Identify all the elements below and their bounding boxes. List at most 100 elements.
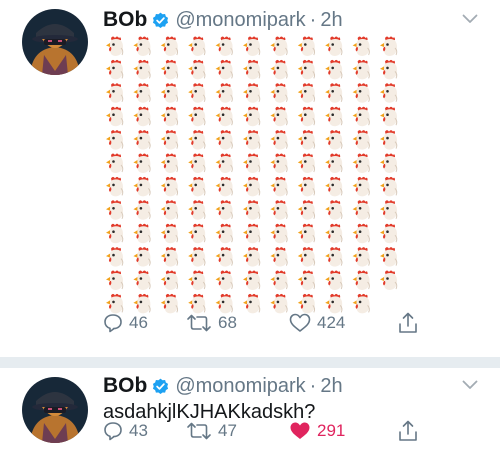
chicken-emoji [105, 82, 124, 104]
chicken-emoji [105, 246, 124, 268]
chicken-emoji [132, 270, 151, 291]
chicken-emoji-grid [105, 36, 398, 314]
chicken-emoji [324, 176, 343, 197]
retweet-icon [187, 422, 211, 440]
share-button[interactable] [398, 420, 424, 442]
tweet-timestamp[interactable]: 2h [320, 375, 342, 398]
chicken-emoji [379, 176, 398, 197]
chicken-emoji [379, 36, 398, 57]
chicken-emoji [242, 270, 261, 291]
chicken-emoji [160, 293, 179, 314]
chicken-emoji [215, 82, 234, 104]
author-handle[interactable]: @monomipark [175, 375, 305, 398]
like-button[interactable]: 424 [289, 312, 345, 334]
chicken-emoji [132, 199, 151, 221]
chicken-emoji [297, 129, 316, 151]
author-handle[interactable]: @monomipark [175, 9, 305, 32]
chicken-emoji [269, 59, 288, 80]
chicken-emoji [187, 59, 206, 80]
chicken-emoji [187, 293, 206, 314]
chicken-emoji [160, 106, 179, 127]
chicken-emoji [160, 199, 179, 221]
tweet[interactable]: BOb @monomipark · 2h asdahkjlKJHAKkadskh… [0, 368, 500, 463]
retweet-button[interactable]: 47 [186, 420, 237, 442]
chicken-emoji [324, 246, 343, 268]
chicken-emoji [352, 59, 371, 80]
chicken-emoji [324, 106, 343, 127]
like-count: 291 [317, 421, 346, 440]
chicken-emoji [187, 270, 206, 291]
separator-dot: · [309, 8, 317, 31]
chicken-emoji [324, 82, 343, 104]
chicken-emoji [379, 246, 398, 268]
chicken-emoji [324, 153, 343, 174]
reply-button[interactable]: 43 [103, 420, 148, 442]
chicken-emoji [160, 223, 179, 244]
chevron-down-icon[interactable] [462, 380, 478, 390]
tweet[interactable]: BOb @monomipark · 2h 46 68 424 [0, 0, 500, 357]
chicken-emoji [242, 59, 261, 80]
chicken-emoji [269, 176, 288, 197]
retweet-count: 47 [218, 421, 237, 440]
chevron-down-icon[interactable] [462, 14, 478, 24]
chicken-emoji [269, 223, 288, 244]
chicken-emoji [379, 129, 398, 151]
chicken-emoji [215, 153, 234, 174]
chicken-emoji [297, 153, 316, 174]
chicken-emoji [297, 176, 316, 197]
chicken-emoji [160, 270, 179, 291]
chicken-emoji [379, 270, 398, 291]
reply-icon [104, 422, 122, 441]
chicken-emoji [297, 293, 316, 314]
chicken-emoji [132, 129, 151, 151]
chicken-emoji [187, 36, 206, 57]
retweet-icon [187, 314, 211, 332]
chicken-emoji [132, 293, 151, 314]
chicken-emoji [324, 293, 343, 314]
chicken-emoji [187, 223, 206, 244]
chicken-emoji [297, 36, 316, 57]
chicken-emoji [132, 176, 151, 197]
chicken-emoji [160, 59, 179, 80]
chicken-emoji [269, 36, 288, 57]
chicken-emoji [324, 59, 343, 80]
reply-button[interactable]: 46 [103, 312, 148, 334]
chicken-emoji [187, 199, 206, 221]
avatar[interactable] [22, 9, 88, 75]
chicken-emoji [242, 223, 261, 244]
chicken-emoji [352, 223, 371, 244]
chicken-emoji [352, 129, 371, 151]
hooded-figure-avatar-icon [22, 9, 88, 75]
avatar[interactable] [22, 377, 88, 443]
heart-icon [289, 313, 311, 332]
chicken-emoji [215, 223, 234, 244]
chicken-emoji [215, 176, 234, 197]
chicken-emoji [352, 106, 371, 127]
chicken-emoji [105, 36, 124, 57]
chicken-emoji [160, 176, 179, 197]
tweet-timestamp[interactable]: 2h [320, 9, 342, 32]
chicken-emoji [324, 270, 343, 291]
author-name[interactable]: BOb [103, 8, 147, 32]
separator-dot: · [309, 374, 317, 397]
reply-count: 43 [129, 421, 148, 440]
author-name[interactable]: BOb [103, 374, 147, 398]
chicken-emoji [269, 106, 288, 127]
chicken-emoji [187, 82, 206, 104]
share-button[interactable] [398, 312, 424, 334]
chicken-emoji [242, 246, 261, 268]
chicken-emoji [297, 270, 316, 291]
like-button[interactable]: 291 [289, 420, 345, 442]
chicken-emoji [242, 199, 261, 221]
chicken-emoji [269, 293, 288, 314]
chicken-emoji [352, 199, 371, 221]
retweet-button[interactable]: 68 [186, 312, 237, 334]
chicken-emoji [269, 270, 288, 291]
chicken-emoji [132, 82, 151, 104]
hooded-figure-avatar-icon [22, 377, 88, 443]
chicken-emoji [242, 106, 261, 127]
chicken-emoji [132, 153, 151, 174]
chicken-emoji [215, 106, 234, 127]
tweet-header: BOb @monomipark · 2h [103, 7, 343, 33]
chicken-emoji [187, 106, 206, 127]
